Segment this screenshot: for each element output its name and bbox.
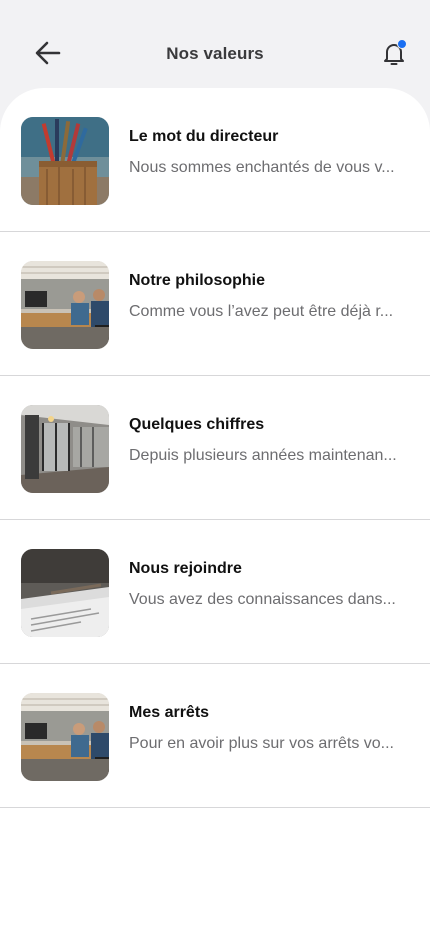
notification-dot	[397, 39, 407, 49]
office-team-thumbnail	[21, 261, 109, 349]
item-title: Notre philosophie	[129, 272, 265, 289]
notifications-button[interactable]	[378, 38, 410, 70]
list-item[interactable]: Mes arrêts Pour en avoir plus sur vos ar…	[0, 664, 430, 808]
item-excerpt: Vous avez des connaissances dans...	[129, 591, 396, 608]
item-title: Le mot du directeur	[129, 128, 279, 145]
documents-thumbnail	[21, 549, 109, 637]
list-item[interactable]: Le mot du directeur Nous sommes enchanté…	[0, 88, 430, 232]
item-title: Mes arrêts	[129, 704, 210, 721]
item-excerpt: Nous sommes enchantés de vous v...	[129, 159, 395, 176]
item-excerpt: Pour en avoir plus sur vos arrêts vo...	[129, 735, 394, 752]
item-title: Nous rejoindre	[129, 560, 242, 577]
list-item[interactable]: Quelques chiffres Depuis plusieurs année…	[0, 376, 430, 520]
office-corridor-thumbnail	[21, 405, 109, 493]
pencil-cup-thumbnail	[21, 117, 109, 205]
list-item[interactable]: Notre philosophie Comme vous l’avez peut…	[0, 232, 430, 376]
page-title: Nos valeurs	[166, 44, 264, 63]
item-title: Quelques chiffres	[129, 416, 265, 433]
office-team-thumbnail	[21, 693, 109, 781]
values-list: Le mot du directeur Nous sommes enchanté…	[0, 88, 430, 932]
item-excerpt: Depuis plusieurs années maintenan...	[129, 447, 397, 464]
list-item[interactable]: Nous rejoindre Vous avez des connaissanc…	[0, 520, 430, 664]
item-excerpt: Comme vous l’avez peut être déjà r...	[129, 303, 394, 320]
